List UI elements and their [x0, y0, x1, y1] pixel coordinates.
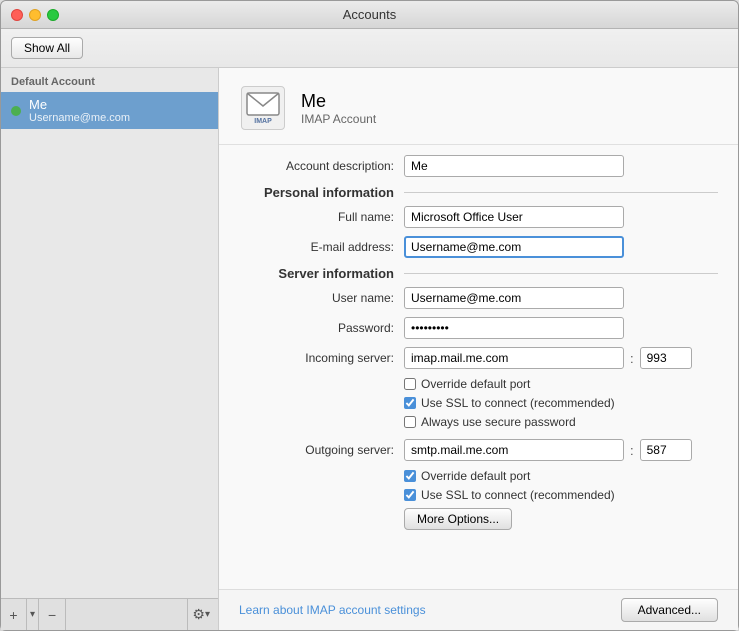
account-title-block: Me IMAP Account — [301, 91, 376, 126]
override-incoming-label: Override default port — [421, 377, 530, 391]
ssl-incoming-checkbox[interactable] — [404, 397, 416, 409]
ssl-incoming-row: Use SSL to connect (recommended) — [404, 396, 718, 410]
content-area: Default Account Me Username@me.com + ▾ — [1, 68, 738, 630]
personal-info-divider — [404, 192, 718, 193]
override-outgoing-checkbox-label[interactable]: Override default port — [404, 469, 530, 483]
email-address-input[interactable] — [404, 236, 624, 258]
email-address-label: E-mail address: — [239, 240, 404, 254]
close-button[interactable] — [11, 9, 23, 21]
account-name: Me — [29, 97, 130, 112]
toolbar: Show All — [1, 29, 738, 68]
title-bar: Accounts — [1, 1, 738, 29]
incoming-server-label: Incoming server: — [239, 351, 404, 365]
account-description-row: Account description: — [239, 155, 718, 177]
ssl-incoming-checkbox-label[interactable]: Use SSL to connect (recommended) — [404, 396, 615, 410]
full-name-label: Full name: — [239, 210, 404, 224]
ssl-outgoing-checkbox[interactable] — [404, 489, 416, 501]
full-name-row: Full name: — [239, 206, 718, 228]
override-outgoing-row: Override default port — [404, 469, 718, 483]
incoming-server-row: Incoming server: : — [239, 347, 718, 369]
advanced-button[interactable]: Advanced... — [621, 598, 718, 622]
secure-password-row: Always use secure password — [404, 415, 718, 429]
account-email: Username@me.com — [29, 112, 130, 124]
sidebar-spacer — [1, 129, 218, 598]
server-info-divider — [404, 273, 718, 274]
sidebar-header: Default Account — [1, 68, 218, 92]
main-panel: IMAP Me IMAP Account Account description… — [219, 68, 738, 630]
secure-password-label: Always use secure password — [421, 415, 576, 429]
username-input[interactable] — [404, 287, 624, 309]
outgoing-server-port-group: : — [404, 439, 692, 461]
more-options-button[interactable]: More Options... — [404, 508, 512, 530]
account-title-name: Me — [301, 91, 376, 112]
password-input[interactable] — [404, 317, 624, 339]
account-header: IMAP Me IMAP Account — [219, 68, 738, 145]
minimize-button[interactable] — [29, 9, 41, 21]
outgoing-port-input[interactable] — [640, 439, 692, 461]
learn-link[interactable]: Learn about IMAP account settings — [239, 603, 426, 617]
full-name-input[interactable] — [404, 206, 624, 228]
incoming-colon: : — [630, 351, 634, 366]
secure-password-checkbox[interactable] — [404, 416, 416, 428]
add-account-button[interactable]: + — [1, 599, 27, 630]
password-label: Password: — [239, 321, 404, 335]
imap-icon-inner: IMAP — [246, 92, 280, 125]
form-area: Account description: Personal informatio… — [219, 145, 738, 589]
account-icon-wrapper: IMAP — [239, 84, 287, 132]
gear-chevron-icon: ▾ — [205, 609, 210, 620]
outgoing-server-label: Outgoing server: — [239, 443, 404, 457]
sidebar-footer-right: ⚙ ▾ — [187, 599, 218, 630]
maximize-button[interactable] — [47, 9, 59, 21]
incoming-port-input[interactable] — [640, 347, 692, 369]
main-window: Accounts Show All Default Account Me Use… — [0, 0, 739, 631]
account-description-label: Account description: — [239, 159, 404, 173]
outgoing-server-row: Outgoing server: : — [239, 439, 718, 461]
sidebar: Default Account Me Username@me.com + ▾ — [1, 68, 219, 630]
imap-text-label: IMAP — [254, 118, 272, 125]
override-outgoing-checkbox[interactable] — [404, 470, 416, 482]
password-row: Password: — [239, 317, 718, 339]
server-info-label: Server information — [239, 266, 404, 281]
server-info-section-header: Server information — [239, 266, 718, 281]
ssl-outgoing-label: Use SSL to connect (recommended) — [421, 488, 615, 502]
sidebar-account-item[interactable]: Me Username@me.com — [1, 92, 218, 129]
more-options-row: More Options... — [404, 508, 718, 530]
window-title: Accounts — [343, 7, 396, 22]
outgoing-server-input[interactable] — [404, 439, 624, 461]
override-incoming-checkbox-label[interactable]: Override default port — [404, 377, 530, 391]
add-chevron-button[interactable]: ▾ — [27, 599, 39, 630]
bottom-bar: Learn about IMAP account settings Advanc… — [219, 589, 738, 630]
personal-info-section-header: Personal information — [239, 185, 718, 200]
ssl-incoming-label: Use SSL to connect (recommended) — [421, 396, 615, 410]
ssl-outgoing-row: Use SSL to connect (recommended) — [404, 488, 718, 502]
personal-info-label: Personal information — [239, 185, 404, 200]
account-status-icon — [11, 106, 21, 116]
incoming-server-port-group: : — [404, 347, 692, 369]
show-all-button[interactable]: Show All — [11, 37, 83, 59]
override-incoming-row: Override default port — [404, 377, 718, 391]
account-title-type: IMAP Account — [301, 112, 376, 126]
account-info: Me Username@me.com — [29, 97, 130, 124]
ssl-outgoing-checkbox-label[interactable]: Use SSL to connect (recommended) — [404, 488, 615, 502]
sidebar-footer-left: + ▾ − — [1, 599, 66, 630]
outgoing-colon: : — [630, 443, 634, 458]
traffic-lights — [1, 9, 59, 21]
override-outgoing-label: Override default port — [421, 469, 530, 483]
email-address-row: E-mail address: — [239, 236, 718, 258]
incoming-server-input[interactable] — [404, 347, 624, 369]
account-description-input[interactable] — [404, 155, 624, 177]
sidebar-footer: + ▾ − ⚙ ▾ — [1, 598, 218, 630]
envelope-icon — [246, 92, 280, 116]
imap-icon: IMAP — [241, 86, 285, 130]
remove-account-button[interactable]: − — [39, 599, 65, 630]
username-label: User name: — [239, 291, 404, 305]
gear-button[interactable]: ⚙ ▾ — [187, 599, 214, 630]
secure-password-checkbox-label[interactable]: Always use secure password — [404, 415, 576, 429]
username-row: User name: — [239, 287, 718, 309]
override-incoming-checkbox[interactable] — [404, 378, 416, 390]
